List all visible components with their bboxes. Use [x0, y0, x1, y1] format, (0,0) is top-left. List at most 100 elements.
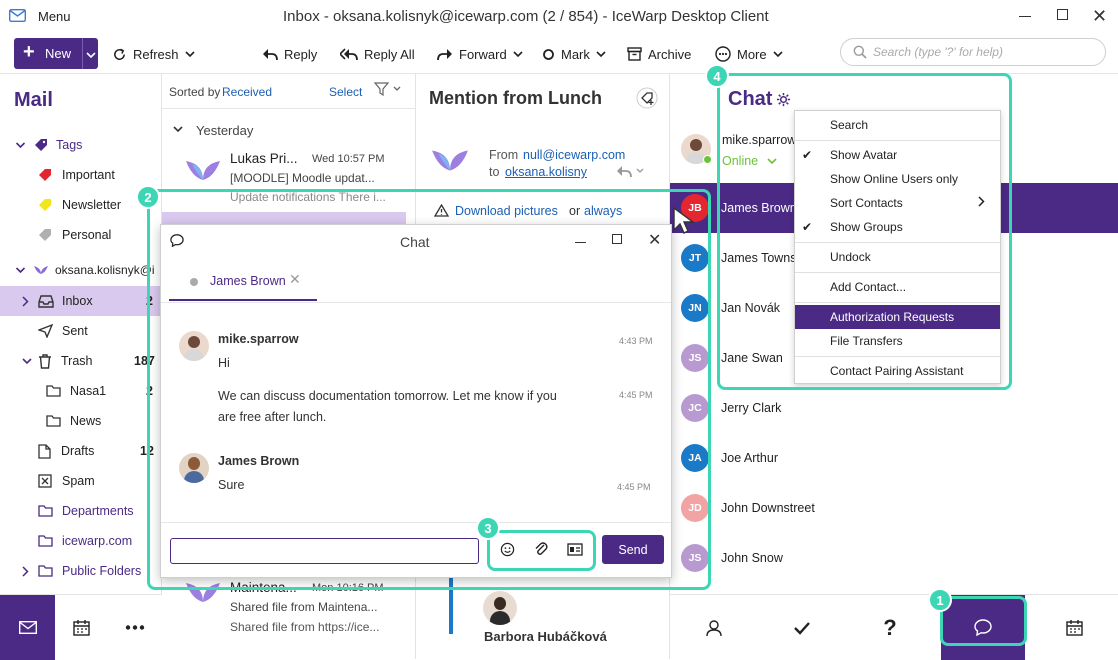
reply-icon [263, 48, 278, 60]
search-icon [853, 45, 867, 59]
chevron-down-icon [15, 267, 26, 274]
mark-button[interactable]: Mark [542, 43, 606, 65]
chevron-down-icon [22, 358, 32, 365]
avatar [483, 591, 517, 625]
circle-icon [543, 48, 554, 60]
trash-icon [39, 353, 51, 369]
refresh-icon [114, 48, 125, 60]
folder-icon [38, 505, 53, 517]
mail-app-icon[interactable] [8, 8, 27, 25]
more-modules-button[interactable] [108, 595, 161, 660]
question-icon: ? [883, 614, 897, 640]
contact-item[interactable]: JA Joe Arthur [670, 433, 1118, 483]
chevron-down-icon [513, 51, 523, 58]
mail-icon [18, 621, 37, 634]
archive-button[interactable]: Archive [627, 43, 691, 65]
draft-icon [38, 443, 51, 459]
tag-red-icon [39, 169, 51, 181]
menu-label[interactable]: Menu [38, 9, 71, 24]
contacts-tab[interactable] [670, 595, 758, 660]
chevron-down-icon[interactable] [86, 47, 96, 62]
more-button[interactable]: More [715, 43, 783, 65]
archive-icon [627, 47, 642, 61]
folder-trash[interactable]: Trash 187 [0, 346, 162, 376]
contact-item[interactable]: JC Jerry Clark [670, 383, 1118, 433]
filter-icon[interactable] [373, 82, 402, 99]
refresh-button[interactable]: Refresh [112, 43, 195, 65]
step-badge-4: 4 [705, 64, 729, 88]
reply-button[interactable]: Reply [262, 43, 317, 65]
step-badge-2: 2 [136, 185, 160, 209]
chevron-down-icon [184, 51, 195, 58]
folder-public[interactable]: Public Folders [0, 556, 162, 586]
inbox-icon [38, 294, 54, 308]
search-input[interactable]: Search (type '?' for help) [840, 38, 1106, 66]
chevron-down-icon[interactable] [173, 125, 183, 133]
to-link[interactable]: oksana.kolisny [505, 165, 587, 179]
calendar-icon [1065, 619, 1083, 636]
folder-icewarp[interactable]: icewarp.com [0, 526, 162, 556]
chevron-down-icon [596, 51, 606, 58]
mail-module-button[interactable] [0, 595, 55, 660]
step-badge-1: 1 [928, 588, 952, 612]
tag-yellow-icon [39, 199, 51, 211]
folder-news[interactable]: News [0, 406, 162, 436]
help-tab[interactable]: ? [846, 595, 934, 660]
close-icon[interactable]: ✕ [1092, 6, 1107, 27]
tag-add-icon[interactable] [636, 87, 658, 112]
check-icon [794, 621, 810, 635]
folder-departments[interactable]: Departments [0, 496, 162, 526]
highlight-chat-tab [940, 596, 1027, 646]
tag-newsletter[interactable]: Newsletter [38, 190, 121, 220]
highlight-input-tools [487, 530, 596, 571]
module-bar [0, 594, 162, 660]
select-link[interactable]: Select [329, 85, 362, 99]
folder-icon [38, 565, 53, 577]
folder-icon [46, 415, 61, 427]
chevron-down-icon [15, 142, 26, 149]
tasks-tab[interactable] [758, 595, 846, 660]
reply-icon[interactable] [616, 164, 646, 181]
from-link[interactable]: null@icewarp.com [523, 148, 625, 162]
contact-item[interactable]: JS John Snow [670, 533, 1118, 583]
icewarp-logo-icon [186, 161, 220, 180]
calendar-icon [73, 619, 90, 636]
icewarp-logo-icon [34, 266, 48, 274]
more-icon [715, 46, 731, 62]
online-status-dot [703, 155, 712, 164]
minimize-icon[interactable] [1019, 16, 1031, 17]
chevron-right-icon [22, 565, 29, 577]
new-label: New [45, 46, 72, 61]
tags-group[interactable]: Tags [0, 130, 162, 160]
more-icon [125, 625, 144, 630]
folder-icon [38, 535, 53, 547]
folder-spam[interactable]: Spam [0, 466, 162, 496]
calendar-tab[interactable] [1030, 595, 1118, 660]
chevron-right-icon [22, 295, 29, 307]
tag-icon [35, 139, 47, 151]
chat-bottom-bar: ? [670, 594, 1118, 660]
calendar-module-button[interactable] [55, 595, 108, 660]
user-icon [706, 619, 722, 636]
maximize-icon[interactable] [1057, 9, 1068, 20]
folder-inbox[interactable]: Inbox 2 [0, 286, 162, 316]
forward-icon [437, 48, 452, 60]
reply-all-button[interactable]: Reply All [340, 43, 415, 65]
folder-nasa1[interactable]: Nasa1 2 [0, 376, 162, 406]
mail-heading: Mail [14, 89, 53, 111]
sort-field-link[interactable]: Received [222, 85, 272, 99]
forward-button[interactable]: Forward [437, 43, 523, 65]
contact-item[interactable]: JD John Downstreet [670, 483, 1118, 533]
step-badge-3: 3 [476, 516, 500, 540]
account-node[interactable]: oksana.kolisnyk@i [0, 255, 162, 285]
reply-all-icon [340, 47, 358, 60]
tag-important[interactable]: Important [38, 160, 115, 190]
folder-drafts[interactable]: Drafts 12 [0, 436, 162, 466]
highlight-chat-window [147, 189, 711, 590]
plus-icon: + [23, 41, 35, 63]
send-icon [38, 324, 53, 338]
tag-personal[interactable]: Personal [38, 220, 111, 250]
folder-sent[interactable]: Sent [0, 316, 162, 346]
new-button[interactable]: + New [14, 38, 98, 69]
tag-gray-icon [39, 229, 51, 241]
